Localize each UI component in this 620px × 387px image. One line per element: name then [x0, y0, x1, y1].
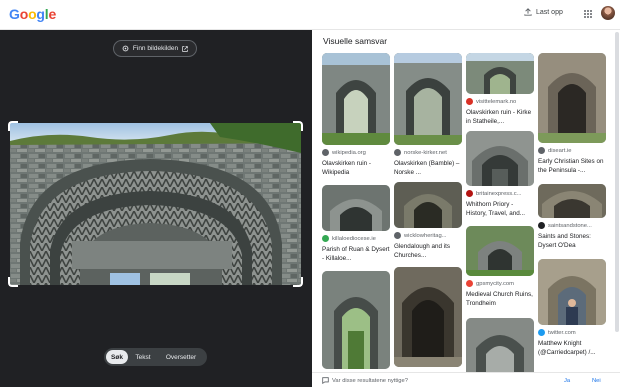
- result-thumbnail[interactable]: [394, 53, 462, 145]
- result-thumbnail[interactable]: [322, 271, 390, 369]
- result-card[interactable]: visittelemark.no Olavskirken ruin - Kirk…: [466, 53, 534, 126]
- image-panel: Finn bildekilden Søk Tekst Oversetter: [0, 30, 312, 387]
- result-source: twitter.com: [548, 329, 576, 336]
- site-favicon: [322, 149, 329, 156]
- result-title: Medieval Church Ruins, Trondheim: [466, 291, 533, 307]
- result-source: visittelemark.no: [476, 98, 517, 105]
- lens-icon: [122, 45, 129, 52]
- result-card[interactable]: [394, 267, 462, 367]
- site-favicon: [466, 190, 473, 197]
- query-image: [10, 123, 301, 285]
- avatar[interactable]: [601, 6, 615, 20]
- result-title: Olavskirken (Bamble) – Norske ...: [394, 160, 460, 176]
- results-scrollbar[interactable]: [615, 30, 619, 372]
- result-card[interactable]: diseart.ie Early Christian Sites on the …: [538, 53, 606, 175]
- find-image-source-label: Finn bildekilden: [132, 45, 179, 52]
- google-logo[interactable]: Google: [9, 6, 56, 22]
- result-title: Matthew Knight (@Carriedcarpet) /...: [538, 340, 596, 356]
- site-favicon: [466, 280, 473, 287]
- crop-handle-bottom-left[interactable]: [8, 277, 18, 287]
- top-bar: Google Last opp: [0, 0, 620, 30]
- result-thumbnail[interactable]: [322, 185, 390, 231]
- crop-handle-top-right[interactable]: [293, 121, 303, 131]
- result-thumbnail[interactable]: [466, 53, 534, 94]
- find-image-source-button[interactable]: Finn bildekilden: [113, 40, 197, 57]
- result-card[interactable]: killaloediocese.ie Parish of Ruan & Dyse…: [322, 185, 390, 263]
- result-thumbnail[interactable]: [322, 53, 390, 145]
- result-thumbnail[interactable]: [466, 131, 534, 186]
- site-favicon: [394, 149, 401, 156]
- result-thumbnail[interactable]: [466, 226, 534, 276]
- result-card[interactable]: norske-kirker.net Olavskirken (Bamble) –…: [394, 53, 462, 177]
- result-card[interactable]: britainexpress.c... Whithorn Priory - Hi…: [466, 131, 534, 218]
- result-card[interactable]: saintsandstone... Saints and Stones: Dys…: [538, 184, 606, 250]
- result-thumbnail[interactable]: [394, 267, 462, 367]
- result-source: gpsmycity.com: [476, 280, 514, 287]
- site-favicon: [538, 222, 545, 229]
- feedback-no-button[interactable]: Nei: [592, 378, 601, 384]
- crop-handle-top-left[interactable]: [8, 121, 18, 131]
- result-source: britainexpress.c...: [476, 190, 522, 197]
- result-source: wicklowheritag...: [404, 232, 447, 239]
- open-external-icon: [182, 45, 188, 52]
- mode-search-tab[interactable]: Søk: [106, 350, 128, 364]
- feedback-yes-button[interactable]: Ja: [564, 378, 570, 384]
- feedback-icon: [322, 377, 329, 384]
- result-card[interactable]: twitter.com Matthew Knight (@Carriedcarp…: [538, 259, 606, 357]
- mode-translate-tab[interactable]: Oversetter: [158, 350, 204, 364]
- result-source: killaloediocese.ie: [332, 235, 376, 242]
- result-source: diseart.ie: [548, 147, 572, 154]
- result-card[interactable]: gpsmycity.com Medieval Church Ruins, Tro…: [466, 226, 534, 308]
- site-favicon: [466, 98, 473, 105]
- result-title: Glendalough and its Churches...: [394, 243, 451, 259]
- result-title: Whithorn Priory - History, Travel, and..…: [466, 201, 526, 217]
- upload-icon: [524, 8, 532, 16]
- result-source: wikipedia.org: [332, 149, 366, 156]
- feedback-bar: Var disse resultatene nyttige? Ja Nei: [312, 372, 620, 387]
- result-thumbnail[interactable]: [538, 259, 606, 325]
- result-title: Olavskirken ruin - Kirke in Statheile,..…: [466, 109, 532, 125]
- results-panel: Visuelle samsvar wikipedia.org Olavskirk…: [312, 30, 620, 387]
- crop-handle-bottom-right[interactable]: [293, 277, 303, 287]
- result-card[interactable]: wikipedia.org Olavskirken ruin - Wikiped…: [322, 53, 390, 177]
- result-thumbnail[interactable]: [538, 184, 606, 218]
- upload-label: Last opp: [536, 8, 563, 16]
- result-thumbnail[interactable]: [538, 53, 606, 143]
- result-thumbnail[interactable]: [466, 318, 534, 378]
- site-favicon: [538, 329, 545, 336]
- result-title: Parish of Ruan & Dysert - Killaloe...: [322, 246, 390, 262]
- mode-switcher: Søk Tekst Oversetter: [104, 348, 207, 366]
- feedback-question: Var disse resultatene nyttige?: [332, 378, 408, 384]
- result-source: norske-kirker.net: [404, 149, 447, 156]
- result-thumbnail[interactable]: [394, 182, 462, 228]
- upload-button[interactable]: Last opp: [524, 8, 563, 16]
- result-card[interactable]: wicklowheritag... Glendalough and its Ch…: [394, 182, 462, 260]
- mode-text-tab[interactable]: Tekst: [130, 350, 156, 364]
- result-card[interactable]: [466, 318, 534, 378]
- result-card[interactable]: [322, 271, 390, 369]
- site-favicon: [394, 232, 401, 239]
- result-source: saintsandstone...: [548, 222, 592, 229]
- result-title: Saints and Stones: Dysert O'Dea: [538, 233, 591, 249]
- results-title: Visuelle samsvar: [323, 36, 388, 46]
- site-favicon: [322, 235, 329, 242]
- site-favicon: [538, 147, 545, 154]
- result-title: Early Christian Sites on the Peninsula -…: [538, 158, 604, 174]
- result-title: Olavskirken ruin - Wikipedia: [322, 160, 371, 176]
- apps-grid-icon[interactable]: [584, 10, 592, 18]
